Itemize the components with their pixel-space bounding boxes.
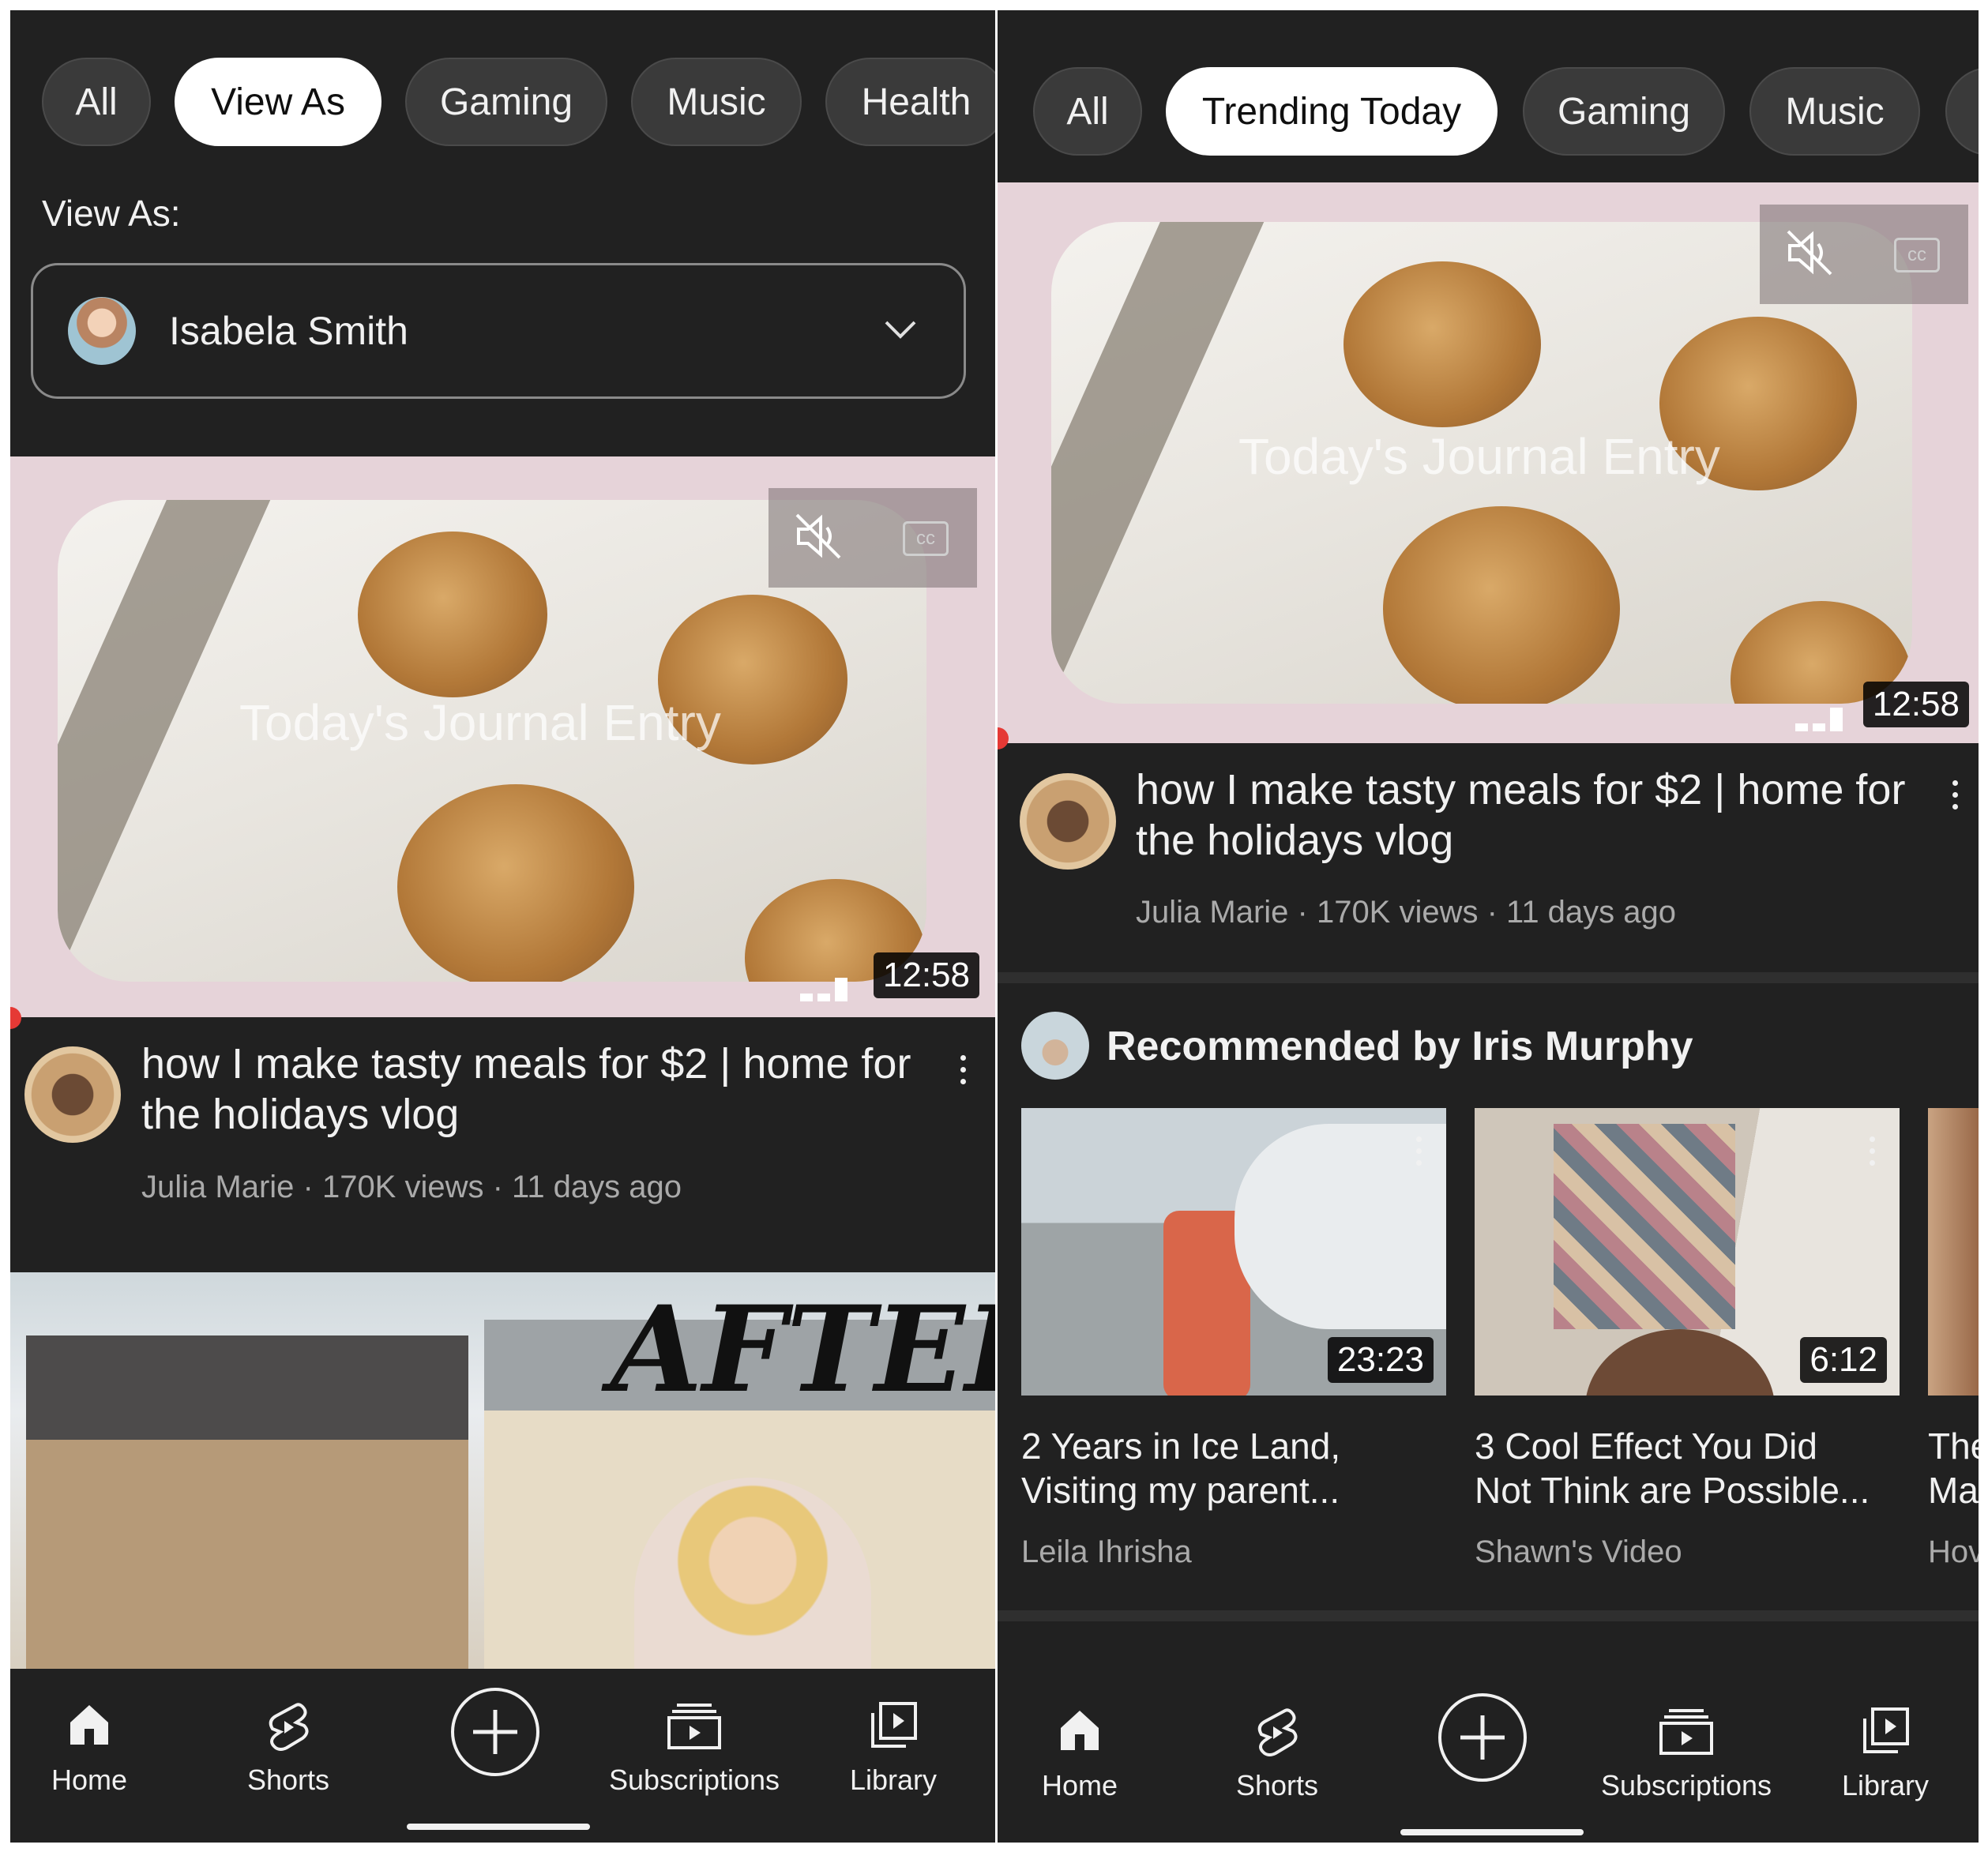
section-divider [998, 1610, 1979, 1621]
nav-label: Home [1041, 1769, 1118, 1801]
featured-video-player[interactable]: Today's Journal Entry cc 12:58 [998, 182, 1979, 743]
more-options-icon[interactable] [1952, 780, 1960, 816]
rec-title-line: Visiting my parent... [1021, 1470, 1340, 1511]
mute-icon[interactable] [1783, 227, 1836, 279]
chip-all[interactable]: All [1033, 67, 1142, 156]
bottom-nav: Home Shorts Subscriptions Library [10, 1669, 995, 1843]
cookie-image [1343, 261, 1541, 427]
ship-image [1235, 1124, 1446, 1329]
view-as-dropdown[interactable]: Isabela Smith [31, 263, 966, 399]
category-chips: All View As Gaming Music Health [10, 10, 995, 176]
nav-label: Library [849, 1764, 938, 1796]
video-meta: Julia Marie · 170K views · 11 days ago [1136, 895, 1677, 930]
baking-tray-edge [1051, 222, 1266, 704]
player-controls-box: cc [1760, 205, 1968, 304]
chip-health[interactable]: Health [825, 58, 995, 146]
rec-title-line: 2 Years in Ice Land, [1021, 1426, 1341, 1467]
recommender-avatar[interactable] [1021, 1012, 1089, 1080]
after-overlay-text: AFTER [611, 1280, 995, 1419]
chip-all[interactable]: All [42, 58, 151, 146]
nav-label: Subscriptions [1600, 1769, 1772, 1801]
rec-title-line: 3 Cool Effect You Did [1475, 1426, 1817, 1467]
create-icon [1438, 1693, 1527, 1782]
next-video-thumbnail[interactable]: AFTER [10, 1272, 995, 1671]
rec-video-card[interactable]: 23:23 2 Years in Ice Land, Visiting my p… [1021, 1108, 1446, 1582]
more-options-icon[interactable] [1870, 1136, 1877, 1172]
person-image [1585, 1329, 1775, 1396]
view-as-label: View As: [42, 193, 181, 234]
nav-label: Shorts [1235, 1769, 1319, 1801]
signal-icon [800, 978, 855, 1001]
player-controls-box: cc [769, 488, 977, 588]
channel-avatar[interactable] [24, 1046, 121, 1143]
chip-partial[interactable] [1945, 67, 1979, 156]
video-duration: 12:58 [1862, 682, 1969, 727]
home-icon [1061, 1711, 1099, 1750]
chevron-down-icon [885, 321, 916, 339]
rec-thumbnail: 6:12 [1475, 1108, 1900, 1396]
chip-gaming[interactable]: Gaming [405, 58, 607, 146]
recommended-heading: Recommended by Iris Murphy [1107, 1024, 1693, 1069]
subscriptions-icon [1659, 1709, 1713, 1755]
captions-icon[interactable]: cc [1894, 238, 1940, 272]
chip-trending-today[interactable]: Trending Today [1166, 67, 1498, 156]
video-meta: Julia Marie · 170K views · 11 days ago [141, 1170, 682, 1204]
rec-thumbnail: 23:23 [1021, 1108, 1446, 1396]
chip-view-as[interactable]: View As [175, 58, 381, 146]
chip-gaming[interactable]: Gaming [1523, 67, 1725, 156]
nav-label: Library [1841, 1769, 1930, 1801]
category-chips: All Trending Today Gaming Music [998, 10, 1979, 180]
rec-title-line: Ma [1928, 1470, 1979, 1511]
create-icon [451, 1688, 539, 1776]
library-icon [871, 1702, 917, 1748]
cookie-image [1383, 506, 1620, 704]
bottom-nav: Home Shorts Subscriptions Library [998, 1674, 1979, 1843]
thumbnail-overlay-text: Today's Journal Entry [1238, 428, 1720, 485]
nav-label: Home [51, 1764, 128, 1796]
rec-channel: Shawn's Video [1475, 1535, 1682, 1569]
rec-title-line: Not Think are Possible... [1475, 1470, 1870, 1511]
left-screen: All View As Gaming Music Health View As:… [10, 10, 995, 1843]
user-avatar [68, 297, 136, 365]
cookie-image [397, 784, 634, 982]
shorts-icon [269, 1703, 309, 1751]
right-screen: All Trending Today Gaming Music Today's … [998, 10, 1979, 1843]
nav-label: Subscriptions [608, 1764, 780, 1796]
rec-channel: Hov [1928, 1535, 1979, 1569]
more-options-icon[interactable] [960, 1055, 968, 1091]
home-icon [70, 1705, 108, 1745]
channel-avatar[interactable] [1020, 773, 1116, 870]
rec-title-line: The [1928, 1426, 1979, 1467]
video-duration: 12:58 [873, 952, 979, 998]
chip-music[interactable]: Music [631, 58, 802, 146]
nav-label: Shorts [246, 1764, 330, 1796]
captions-icon[interactable]: cc [903, 521, 949, 556]
more-options-icon[interactable] [1416, 1136, 1424, 1172]
thumbnail-overlay-text: Today's Journal Entry [239, 694, 721, 751]
video-duration: 6:12 [1800, 1337, 1887, 1383]
library-icon [1863, 1707, 1909, 1753]
featured-video-player[interactable]: Today's Journal Entry cc 12:58 [10, 456, 995, 1017]
shorts-icon [1257, 1708, 1298, 1756]
section-divider [998, 972, 1979, 983]
rec-video-card[interactable]: 6:12 3 Cool Effect You Did Not Think are… [1475, 1108, 1900, 1582]
selected-user-name: Isabela Smith [169, 309, 408, 353]
mute-icon[interactable] [792, 510, 844, 562]
collage-image [1554, 1124, 1735, 1329]
rec-thumbnail [1928, 1108, 1979, 1396]
rec-channel: Leila Ihrisha [1021, 1535, 1192, 1569]
chip-music[interactable]: Music [1749, 67, 1920, 156]
signal-icon [1795, 708, 1851, 731]
video-title[interactable]: how I make tasty meals for $2 | home for… [1136, 764, 1910, 866]
cookie-image [358, 532, 547, 697]
house-image [26, 1335, 468, 1671]
subscriptions-icon [667, 1704, 721, 1749]
rec-video-card[interactable]: The Ma Hov [1928, 1108, 1979, 1582]
gesture-bar[interactable] [407, 1824, 590, 1830]
video-title[interactable]: how I make tasty meals for $2 | home for… [141, 1039, 915, 1140]
video-duration: 23:23 [1327, 1337, 1434, 1383]
gesture-bar[interactable] [1400, 1829, 1584, 1835]
